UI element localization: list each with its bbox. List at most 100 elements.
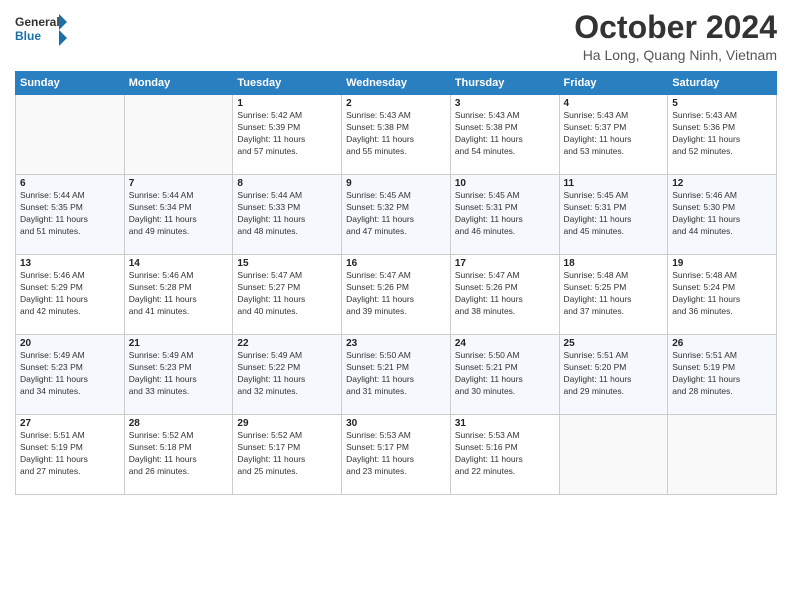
table-row (124, 95, 233, 175)
day-info: Sunrise: 5:51 AM Sunset: 5:19 PM Dayligh… (672, 350, 772, 398)
table-row: 4Sunrise: 5:43 AM Sunset: 5:37 PM Daylig… (559, 95, 668, 175)
day-info: Sunrise: 5:45 AM Sunset: 5:31 PM Dayligh… (564, 190, 664, 238)
svg-text:General: General (15, 15, 60, 29)
table-row: 7Sunrise: 5:44 AM Sunset: 5:34 PM Daylig… (124, 175, 233, 255)
day-info: Sunrise: 5:43 AM Sunset: 5:36 PM Dayligh… (672, 110, 772, 158)
day-number: 27 (20, 418, 120, 429)
day-info: Sunrise: 5:42 AM Sunset: 5:39 PM Dayligh… (237, 110, 337, 158)
col-wednesday: Wednesday (342, 72, 451, 95)
table-row: 1Sunrise: 5:42 AM Sunset: 5:39 PM Daylig… (233, 95, 342, 175)
day-number: 15 (237, 258, 337, 269)
title-block: October 2024 Ha Long, Quang Ninh, Vietna… (574, 10, 777, 63)
day-number: 7 (129, 178, 229, 189)
calendar-table: Sunday Monday Tuesday Wednesday Thursday… (15, 71, 777, 495)
day-info: Sunrise: 5:48 AM Sunset: 5:25 PM Dayligh… (564, 270, 664, 318)
table-row: 15Sunrise: 5:47 AM Sunset: 5:27 PM Dayli… (233, 255, 342, 335)
day-info: Sunrise: 5:47 AM Sunset: 5:26 PM Dayligh… (455, 270, 555, 318)
logo: General Blue (15, 10, 67, 48)
col-friday: Friday (559, 72, 668, 95)
day-info: Sunrise: 5:46 AM Sunset: 5:30 PM Dayligh… (672, 190, 772, 238)
table-row: 9Sunrise: 5:45 AM Sunset: 5:32 PM Daylig… (342, 175, 451, 255)
day-info: Sunrise: 5:44 AM Sunset: 5:35 PM Dayligh… (20, 190, 120, 238)
table-row (668, 415, 777, 495)
day-number: 5 (672, 98, 772, 109)
month-title: October 2024 (574, 10, 777, 45)
table-row (16, 95, 125, 175)
table-row: 3Sunrise: 5:43 AM Sunset: 5:38 PM Daylig… (450, 95, 559, 175)
table-row: 8Sunrise: 5:44 AM Sunset: 5:33 PM Daylig… (233, 175, 342, 255)
table-row: 17Sunrise: 5:47 AM Sunset: 5:26 PM Dayli… (450, 255, 559, 335)
day-info: Sunrise: 5:45 AM Sunset: 5:32 PM Dayligh… (346, 190, 446, 238)
day-info: Sunrise: 5:47 AM Sunset: 5:26 PM Dayligh… (346, 270, 446, 318)
svg-text:Blue: Blue (15, 29, 41, 43)
col-thursday: Thursday (450, 72, 559, 95)
table-row (559, 415, 668, 495)
day-info: Sunrise: 5:53 AM Sunset: 5:17 PM Dayligh… (346, 430, 446, 478)
calendar-row-5: 27Sunrise: 5:51 AM Sunset: 5:19 PM Dayli… (16, 415, 777, 495)
day-info: Sunrise: 5:49 AM Sunset: 5:22 PM Dayligh… (237, 350, 337, 398)
day-number: 10 (455, 178, 555, 189)
day-number: 17 (455, 258, 555, 269)
table-row: 24Sunrise: 5:50 AM Sunset: 5:21 PM Dayli… (450, 335, 559, 415)
calendar-row-4: 20Sunrise: 5:49 AM Sunset: 5:23 PM Dayli… (16, 335, 777, 415)
table-row: 25Sunrise: 5:51 AM Sunset: 5:20 PM Dayli… (559, 335, 668, 415)
day-info: Sunrise: 5:50 AM Sunset: 5:21 PM Dayligh… (346, 350, 446, 398)
table-row: 11Sunrise: 5:45 AM Sunset: 5:31 PM Dayli… (559, 175, 668, 255)
day-number: 31 (455, 418, 555, 429)
day-info: Sunrise: 5:49 AM Sunset: 5:23 PM Dayligh… (129, 350, 229, 398)
table-row: 23Sunrise: 5:50 AM Sunset: 5:21 PM Dayli… (342, 335, 451, 415)
day-info: Sunrise: 5:44 AM Sunset: 5:33 PM Dayligh… (237, 190, 337, 238)
day-info: Sunrise: 5:49 AM Sunset: 5:23 PM Dayligh… (20, 350, 120, 398)
table-row: 22Sunrise: 5:49 AM Sunset: 5:22 PM Dayli… (233, 335, 342, 415)
day-info: Sunrise: 5:52 AM Sunset: 5:17 PM Dayligh… (237, 430, 337, 478)
day-number: 3 (455, 98, 555, 109)
day-number: 24 (455, 338, 555, 349)
day-info: Sunrise: 5:47 AM Sunset: 5:27 PM Dayligh… (237, 270, 337, 318)
day-number: 13 (20, 258, 120, 269)
table-row: 21Sunrise: 5:49 AM Sunset: 5:23 PM Dayli… (124, 335, 233, 415)
day-number: 25 (564, 338, 664, 349)
table-row: 26Sunrise: 5:51 AM Sunset: 5:19 PM Dayli… (668, 335, 777, 415)
day-number: 19 (672, 258, 772, 269)
calendar-row-1: 1Sunrise: 5:42 AM Sunset: 5:39 PM Daylig… (16, 95, 777, 175)
col-saturday: Saturday (668, 72, 777, 95)
table-row: 13Sunrise: 5:46 AM Sunset: 5:29 PM Dayli… (16, 255, 125, 335)
day-info: Sunrise: 5:51 AM Sunset: 5:19 PM Dayligh… (20, 430, 120, 478)
col-monday: Monday (124, 72, 233, 95)
table-row: 29Sunrise: 5:52 AM Sunset: 5:17 PM Dayli… (233, 415, 342, 495)
day-number: 2 (346, 98, 446, 109)
table-row: 27Sunrise: 5:51 AM Sunset: 5:19 PM Dayli… (16, 415, 125, 495)
day-number: 30 (346, 418, 446, 429)
table-row: 10Sunrise: 5:45 AM Sunset: 5:31 PM Dayli… (450, 175, 559, 255)
day-info: Sunrise: 5:46 AM Sunset: 5:29 PM Dayligh… (20, 270, 120, 318)
day-number: 8 (237, 178, 337, 189)
table-row: 6Sunrise: 5:44 AM Sunset: 5:35 PM Daylig… (16, 175, 125, 255)
page: General Blue October 2024 Ha Long, Quang… (0, 0, 792, 612)
day-info: Sunrise: 5:43 AM Sunset: 5:37 PM Dayligh… (564, 110, 664, 158)
col-sunday: Sunday (16, 72, 125, 95)
table-row: 19Sunrise: 5:48 AM Sunset: 5:24 PM Dayli… (668, 255, 777, 335)
day-number: 26 (672, 338, 772, 349)
day-info: Sunrise: 5:43 AM Sunset: 5:38 PM Dayligh… (346, 110, 446, 158)
day-number: 29 (237, 418, 337, 429)
day-number: 9 (346, 178, 446, 189)
col-tuesday: Tuesday (233, 72, 342, 95)
day-info: Sunrise: 5:46 AM Sunset: 5:28 PM Dayligh… (129, 270, 229, 318)
day-info: Sunrise: 5:50 AM Sunset: 5:21 PM Dayligh… (455, 350, 555, 398)
table-row: 31Sunrise: 5:53 AM Sunset: 5:16 PM Dayli… (450, 415, 559, 495)
day-info: Sunrise: 5:43 AM Sunset: 5:38 PM Dayligh… (455, 110, 555, 158)
day-info: Sunrise: 5:52 AM Sunset: 5:18 PM Dayligh… (129, 430, 229, 478)
table-row: 2Sunrise: 5:43 AM Sunset: 5:38 PM Daylig… (342, 95, 451, 175)
table-row: 12Sunrise: 5:46 AM Sunset: 5:30 PM Dayli… (668, 175, 777, 255)
day-number: 1 (237, 98, 337, 109)
table-row: 5Sunrise: 5:43 AM Sunset: 5:36 PM Daylig… (668, 95, 777, 175)
day-number: 14 (129, 258, 229, 269)
table-row: 16Sunrise: 5:47 AM Sunset: 5:26 PM Dayli… (342, 255, 451, 335)
day-number: 28 (129, 418, 229, 429)
day-number: 16 (346, 258, 446, 269)
day-info: Sunrise: 5:44 AM Sunset: 5:34 PM Dayligh… (129, 190, 229, 238)
table-row: 30Sunrise: 5:53 AM Sunset: 5:17 PM Dayli… (342, 415, 451, 495)
generalblue-logo-icon: General Blue (15, 10, 67, 48)
day-number: 22 (237, 338, 337, 349)
day-number: 23 (346, 338, 446, 349)
